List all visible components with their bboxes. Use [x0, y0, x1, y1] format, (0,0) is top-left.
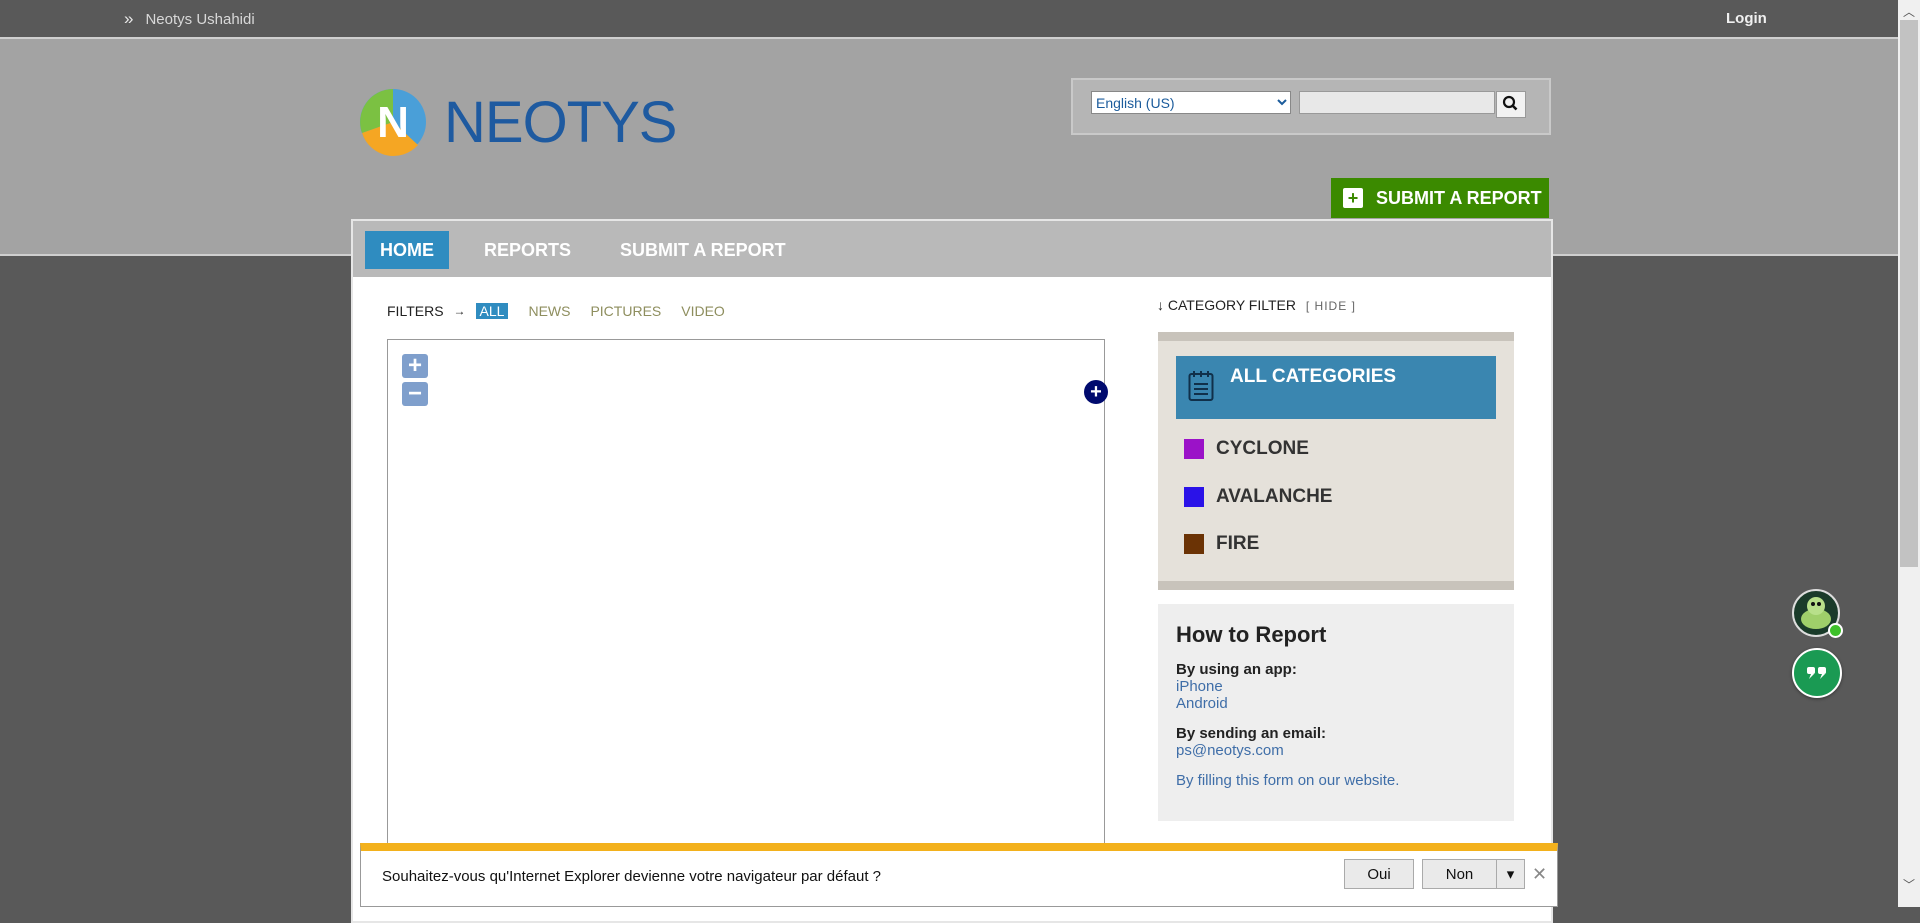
iphone-link[interactable]: iPhone [1176, 678, 1223, 695]
login-link[interactable]: Login [1726, 10, 1767, 27]
search-input[interactable] [1299, 91, 1495, 114]
category-label: AVALANCHE [1216, 486, 1333, 507]
ie-options-dropdown[interactable]: ▾ [1496, 859, 1525, 889]
filter-video[interactable]: VIDEO [681, 303, 725, 319]
zoom-out-button[interactable]: − [402, 380, 428, 407]
category-swatch [1184, 439, 1204, 459]
tab-submit-report[interactable]: SUBMIT A REPORT [620, 231, 786, 269]
form-link[interactable]: By filling this form on our website. [1176, 772, 1399, 789]
scroll-down-icon[interactable]: ﹀ [1898, 875, 1920, 893]
category-item-fire[interactable]: FIRE [1184, 533, 1259, 555]
filters-label: FILTERS [387, 303, 444, 319]
category-swatch [1184, 487, 1204, 507]
arrow-right-icon: → [453, 304, 466, 318]
submit-report-button[interactable]: + SUBMIT A REPORT [1331, 178, 1549, 218]
email-label: By sending an email: [1176, 725, 1327, 742]
email-link[interactable]: ps@neotys.com [1176, 742, 1284, 759]
category-filter-header: ↓ CATEGORY FILTER [ HIDE ] [1157, 297, 1356, 313]
main-content: HOME REPORTS SUBMIT A REPORT FILTERS → A… [351, 219, 1553, 923]
svg-text:N: N [377, 98, 409, 147]
close-icon[interactable]: ✕ [1532, 864, 1547, 885]
tab-reports[interactable]: REPORTS [484, 231, 571, 269]
tab-home[interactable]: HOME [365, 231, 449, 269]
category-label: CYCLONE [1216, 438, 1309, 459]
chevron-double-icon: » [124, 9, 134, 28]
ie-default-browser-bar: Souhaitez-vous qu'Internet Explorer devi… [360, 843, 1558, 907]
main-nav: HOME REPORTS SUBMIT A REPORT [353, 221, 1551, 277]
logo-mark-icon: N [360, 89, 426, 156]
quote-icon [1807, 667, 1826, 679]
app-label: By using an app: [1176, 661, 1297, 678]
filter-all[interactable]: ALL [475, 303, 509, 319]
zoom-in-button[interactable]: + [402, 352, 428, 379]
site-name: Neotys Ushahidi [145, 11, 255, 28]
filter-pictures[interactable]: PICTURES [590, 303, 661, 319]
category-all[interactable]: ALL CATEGORIES [1176, 356, 1496, 419]
page-scrollbar[interactable]: ︿ ﹀ [1898, 0, 1920, 907]
filter-news[interactable]: NEWS [528, 303, 570, 319]
search-panel: English (US) [1071, 78, 1551, 135]
category-list: ALL CATEGORIES CYCLONE AVALANCHE FIRE [1158, 332, 1514, 590]
language-select[interactable]: English (US) [1091, 91, 1291, 114]
scroll-up-icon[interactable]: ︿ [1898, 2, 1920, 20]
category-item-cyclone[interactable]: CYCLONE [1184, 438, 1309, 460]
arrow-down-icon: ↓ [1157, 297, 1164, 313]
chat-launcher-button[interactable] [1792, 648, 1842, 698]
how-to-title: How to Report [1176, 622, 1327, 647]
category-label: FIRE [1216, 533, 1260, 554]
hide-categories-link[interactable]: [ HIDE ] [1306, 299, 1356, 313]
category-swatch [1184, 534, 1204, 554]
neotys-logo[interactable]: N NEOTYS [358, 87, 678, 157]
submit-report-label: SUBMIT A REPORT [1376, 187, 1542, 208]
ie-no-button[interactable]: Non [1422, 859, 1497, 889]
category-filter-title: CATEGORY FILTER [1167, 297, 1296, 313]
category-all-label: ALL CATEGORIES [1230, 366, 1397, 387]
online-status-dot [1828, 623, 1843, 638]
logo-wordmark: NEOTYS [444, 90, 677, 155]
plus-icon: + [1343, 188, 1363, 208]
notepad-icon [1188, 371, 1214, 401]
media-filters: FILTERS → ALL NEWS PICTURES VIDEO [387, 303, 745, 319]
map-view[interactable]: + − + [387, 339, 1108, 861]
how-to-report: How to Report By using an app: iPhone An… [1158, 604, 1514, 821]
search-button[interactable] [1496, 91, 1526, 118]
admin-bar: » Neotys Ushahidi Login [0, 0, 1898, 37]
site-name-link[interactable]: » Neotys Ushahidi [124, 9, 255, 29]
search-icon [1502, 95, 1518, 111]
android-link[interactable]: Android [1176, 695, 1228, 712]
scrollbar-thumb[interactable] [1900, 20, 1918, 567]
layer-switcher-button[interactable]: + [1084, 380, 1108, 404]
ie-message: Souhaitez-vous qu'Internet Explorer devi… [382, 868, 882, 885]
ie-yes-button[interactable]: Oui [1344, 859, 1414, 889]
category-item-avalanche[interactable]: AVALANCHE [1184, 486, 1332, 508]
